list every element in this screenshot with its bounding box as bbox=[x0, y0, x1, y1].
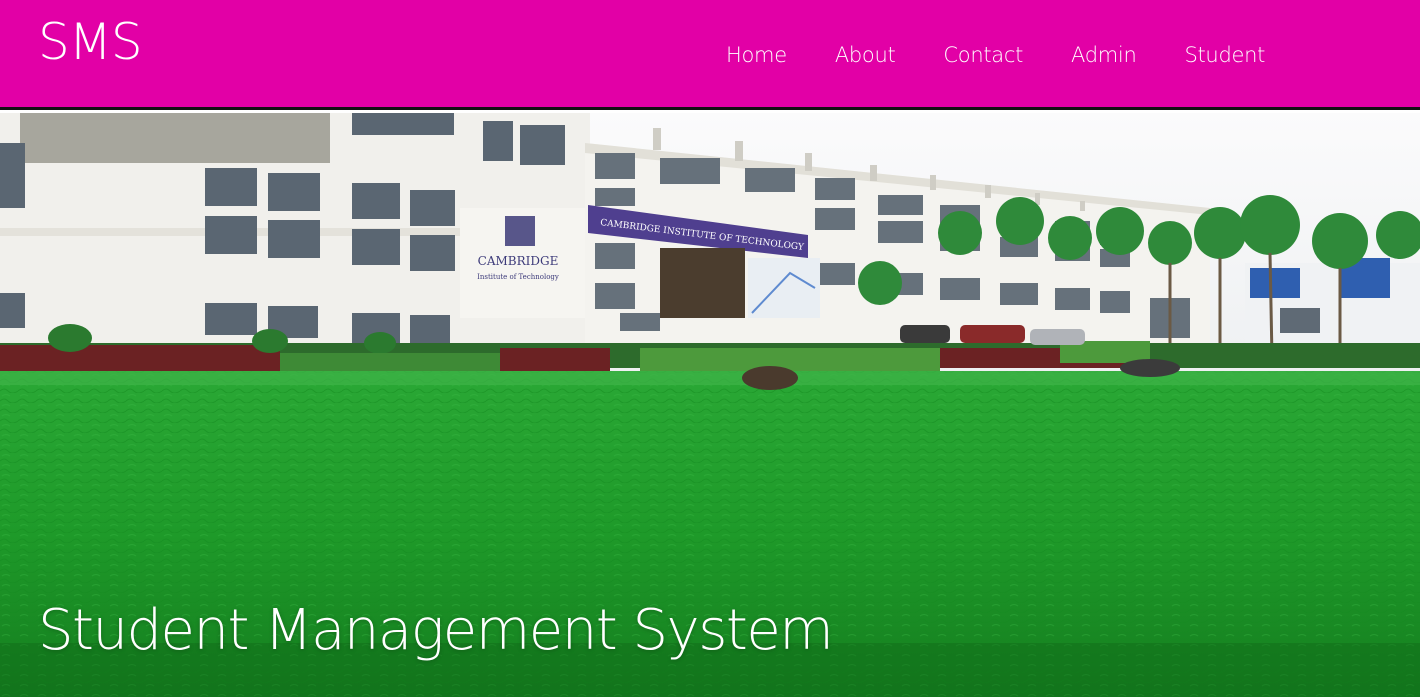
brand-logo-link[interactable]: SMS bbox=[38, 12, 143, 72]
building-logo-text: CAMBRIDGE bbox=[478, 254, 559, 268]
nav-links: Home About Contact Admin Student bbox=[726, 40, 1313, 70]
hero-title: Student Management System bbox=[38, 598, 834, 663]
hero-section: CAMBRIDGE Institute of Technology CAMBRI… bbox=[0, 113, 1420, 697]
top-navbar: SMS Home About Contact Admin Student bbox=[0, 0, 1420, 110]
nav-link-admin[interactable]: Admin bbox=[1071, 40, 1137, 70]
nav-link-contact[interactable]: Contact bbox=[943, 40, 1023, 70]
nav-link-about[interactable]: About bbox=[835, 40, 896, 70]
nav-link-home[interactable]: Home bbox=[726, 40, 787, 70]
nav-link-student[interactable]: Student bbox=[1184, 40, 1265, 70]
building-logo-subtext: Institute of Technology bbox=[477, 273, 559, 281]
